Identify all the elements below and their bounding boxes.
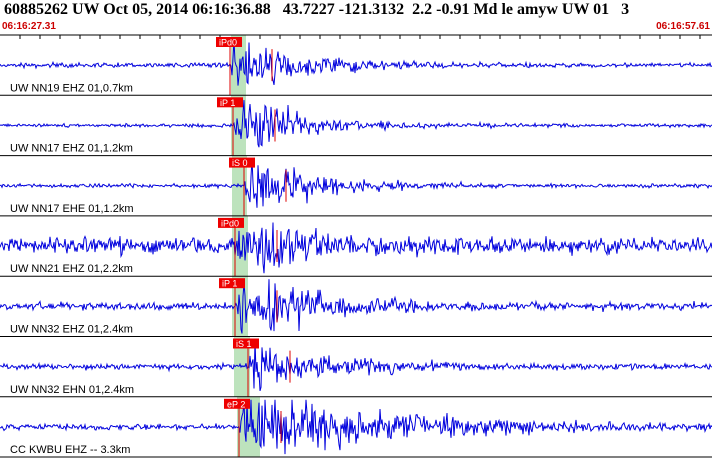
channel-row[interactable]: iP 1 UW NN32 EHZ 01,2.4km [0,275,712,337]
channel-label: CC KWBU EHZ -- 3.3km [10,444,130,456]
pick-label: iS 1 [236,339,252,349]
channel-row[interactable]: iPd0 UW NN19 EHZ 01,0.7km [0,34,712,96]
channel-label: UW NN32 EHN 01,2.4km [10,384,134,396]
waveform-trace [0,40,712,86]
pick-label: iS 0 [232,158,248,168]
seismogram-viewer: 60885262 UW Oct 05, 2014 06:16:36.88 43.… [0,0,712,458]
pick-label: iPd0 [219,38,237,48]
pick-label: iP 1 [222,279,237,289]
channel-row[interactable]: iP 1 UW NN17 EHZ 01,1.2km [0,94,712,156]
channel-row[interactable]: iPd0 UW NN21 EHZ 01,2.2km [0,215,712,277]
channel-label: UW NN17 EHZ 01,1.2km [10,143,133,155]
channel-row[interactable]: iS 0 UW NN17 EHE 01,1.2km [0,155,712,216]
pick-label: eP 2 [227,399,245,409]
channel-label: UW NN19 EHZ 01,0.7km [10,82,133,94]
time-axis-ticks [19,35,701,39]
seismogram-panel[interactable]: iPd0 UW NN19 EHZ 01,0.7km iP 1 UW NN17 EHZ … [0,0,712,458]
pick-label: iP 1 [220,98,235,108]
pick-label: iPd0 [221,218,239,228]
waveform-trace [0,158,712,208]
waveform-trace [0,100,712,148]
channel-row[interactable]: iS 1 UW NN32 EHN 01,2.4km [0,336,712,397]
channel-row[interactable]: eP 2 CC KWBU EHZ -- 3.3km [0,396,712,458]
channel-label: UW NN17 EHE 01,1.2km [10,203,133,215]
channel-label: UW NN32 EHZ 01,2.4km [10,324,133,336]
channel-label: UW NN21 EHZ 01,2.2km [10,263,133,275]
